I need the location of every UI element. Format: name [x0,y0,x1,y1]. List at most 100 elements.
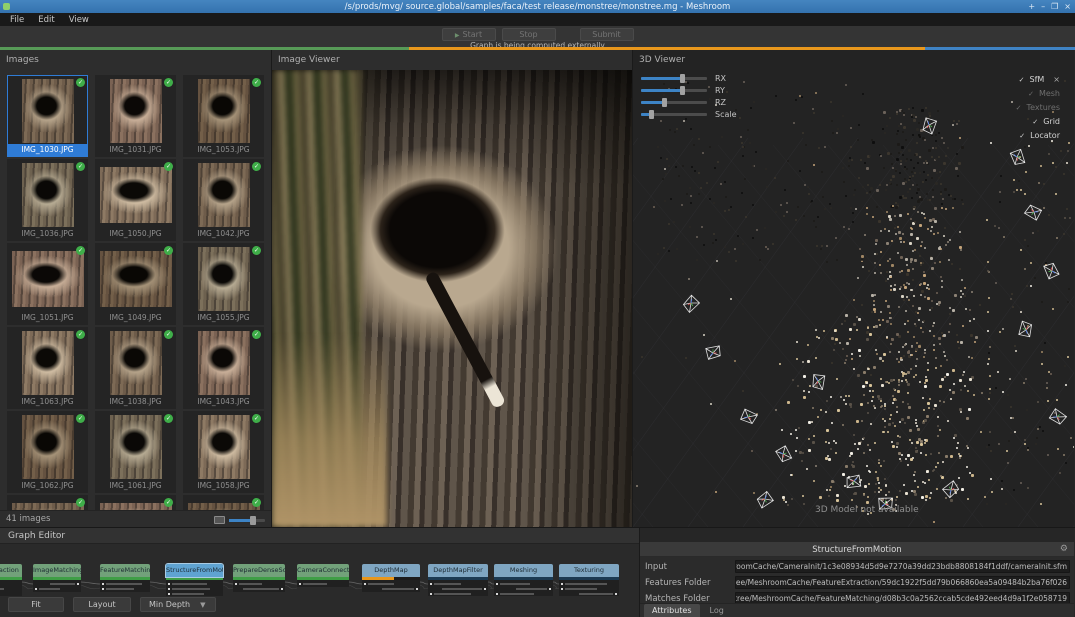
rz-slider[interactable]: RZ [641,98,726,107]
close-icon[interactable]: × [1053,75,1060,84]
graph-node-cameraconnection[interactable]: CameraConnection [297,564,349,587]
graph-node-texturing[interactable]: Texturing [559,564,619,596]
toggle-grid[interactable]: ✓Grid [1032,117,1060,126]
image-thumbnail[interactable]: ✓IMG_1031.JPG [95,75,176,157]
graph-node-featureextraction[interactable]: FeatureExtraction [0,564,22,596]
image-viewer-canvas[interactable] [272,70,632,527]
cloud-point [966,417,969,420]
ry-slider[interactable]: RY [641,86,725,95]
graph-node-featurematching[interactable]: FeatureMatching [100,564,150,592]
image-thumbnail[interactable]: ✓IMG_1061.JPG [95,411,176,493]
toggle-mesh[interactable]: ✓Mesh [1028,89,1060,98]
slider-handle[interactable] [662,98,667,107]
tab-attributes[interactable]: Attributes [644,604,700,617]
cloud-point [969,309,971,311]
graph-node-imagematching[interactable]: ImageMatching [33,564,81,592]
cloud-point [823,330,825,332]
cloud-point [912,184,914,186]
cloud-point [891,441,893,443]
cloud-point [881,384,884,387]
image-thumbnail[interactable]: ✓IMG_1062.JPG [7,411,88,493]
slider-handle[interactable] [649,110,654,119]
image-thumbnail[interactable]: ✓IMG_1043.JPG [183,327,264,409]
maximize-button[interactable]: ❐ [1051,2,1058,11]
cloud-point [880,311,882,313]
cloud-point [929,330,931,332]
cloud-point [759,259,761,261]
cloud-point [829,203,831,205]
graph-node-depthmap[interactable]: DepthMap [362,564,420,592]
toggle-sfm[interactable]: ✓SfM× [1019,75,1060,84]
toggle-label: Locator [1030,131,1060,140]
cloud-point [920,327,922,329]
cloud-point [853,368,855,370]
submit-button[interactable]: Submit [580,28,634,41]
image-thumbnail[interactable]: ✓IMG_1036.JPG [7,159,88,241]
image-thumbnail[interactable]: ✓ [7,495,88,510]
check-badge-icon: ✓ [76,246,85,255]
viewer-3d-panel[interactable]: 3D Viewer RXRYRZScale ✓SfM×✓Mesh✓Texture… [633,50,1074,527]
scale-slider[interactable]: Scale [641,110,737,119]
cloud-point [932,189,934,191]
cloud-point [1063,233,1065,235]
graph-canvas[interactable]: FeatureExtraction ImageMatching FeatureMat… [0,544,639,596]
rx-slider[interactable]: RX [641,74,726,83]
layout-button[interactable]: Layout [73,597,131,612]
image-thumbnail[interactable]: ✓IMG_1055.JPG [183,243,264,325]
check-badge-icon: ✓ [164,78,173,87]
stop-button[interactable]: Stop [502,28,556,41]
cloud-point [830,396,832,398]
image-thumbnail[interactable]: ✓IMG_1030.JPG [7,75,88,157]
image-thumbnail[interactable]: ✓IMG_1053.JPG [183,75,264,157]
tab-log[interactable]: Log [702,604,732,617]
attr-value-field[interactable]: eshroomCache/CameraInit/1c3e08934d5d9e72… [735,560,1070,573]
image-thumbnail[interactable]: ✓IMG_1049.JPG [95,243,176,325]
depth-mode-dropdown[interactable]: Min Depth▼ [140,597,216,612]
slider-handle[interactable] [680,74,685,83]
start-button[interactable]: ▶Start [442,28,496,41]
graph-node-structurefrommotion[interactable]: StructureFromMotion [166,564,223,596]
thumbnail-filename: IMG_1043.JPG [184,396,263,408]
cloud-point [664,168,666,170]
image-thumbnail[interactable]: ✓ [183,495,264,510]
menu-file[interactable]: File [4,14,30,26]
graph-node-meshing[interactable]: Meshing [494,564,553,596]
cloud-point [1044,342,1046,344]
menu-edit[interactable]: Edit [32,14,60,26]
graph-node-preparedensescene[interactable]: PrepareDenseScene [233,564,285,592]
cloud-point [956,153,958,155]
cloud-point [753,101,755,103]
cloud-point [845,314,848,317]
graph-node-depthmapfilter[interactable]: DepthMapFilter [428,564,488,596]
menu-view[interactable]: View [63,14,95,26]
gear-icon[interactable]: ⚙ [1060,544,1068,554]
cloud-point [861,259,863,261]
camera-frustum-icon [772,443,794,465]
toggle-textures[interactable]: ✓Textures [1016,103,1060,112]
cloud-point [968,408,971,411]
minimize-button[interactable]: – [1041,2,1045,11]
attr-value-field[interactable]: nstree/MeshroomCache/FeatureExtraction/5… [735,576,1070,589]
cloud-point [899,271,901,273]
meshroom-window: /s/prods/mvg/ source.global/samples/faca… [0,0,1075,617]
close-button[interactable]: × [1064,2,1071,11]
cloud-point [636,485,638,487]
image-thumbnail[interactable]: ✓IMG_1038.JPG [95,327,176,409]
image-thumbnail[interactable]: ✓IMG_1051.JPG [7,243,88,325]
cloud-point [786,202,788,204]
cloud-point [721,136,723,138]
cloud-point [933,408,935,410]
image-thumbnail[interactable]: ✓IMG_1058.JPG [183,411,264,493]
image-thumbnail[interactable]: ✓IMG_1063.JPG [7,327,88,409]
thumbnail-filename: IMG_1063.JPG [8,396,87,408]
cloud-point [973,394,975,396]
thumbnail-size-handle[interactable] [250,516,256,525]
image-thumbnail[interactable]: ✓IMG_1050.JPG [95,159,176,241]
toggle-locator[interactable]: ✓Locator [1019,131,1060,140]
thumbnail-size-slider[interactable] [229,519,265,522]
pin-button[interactable]: + [1028,2,1035,11]
fit-button[interactable]: Fit [8,597,64,612]
image-thumbnail[interactable]: ✓ [95,495,176,510]
slider-handle[interactable] [680,86,685,95]
image-thumbnail[interactable]: ✓IMG_1042.JPG [183,159,264,241]
